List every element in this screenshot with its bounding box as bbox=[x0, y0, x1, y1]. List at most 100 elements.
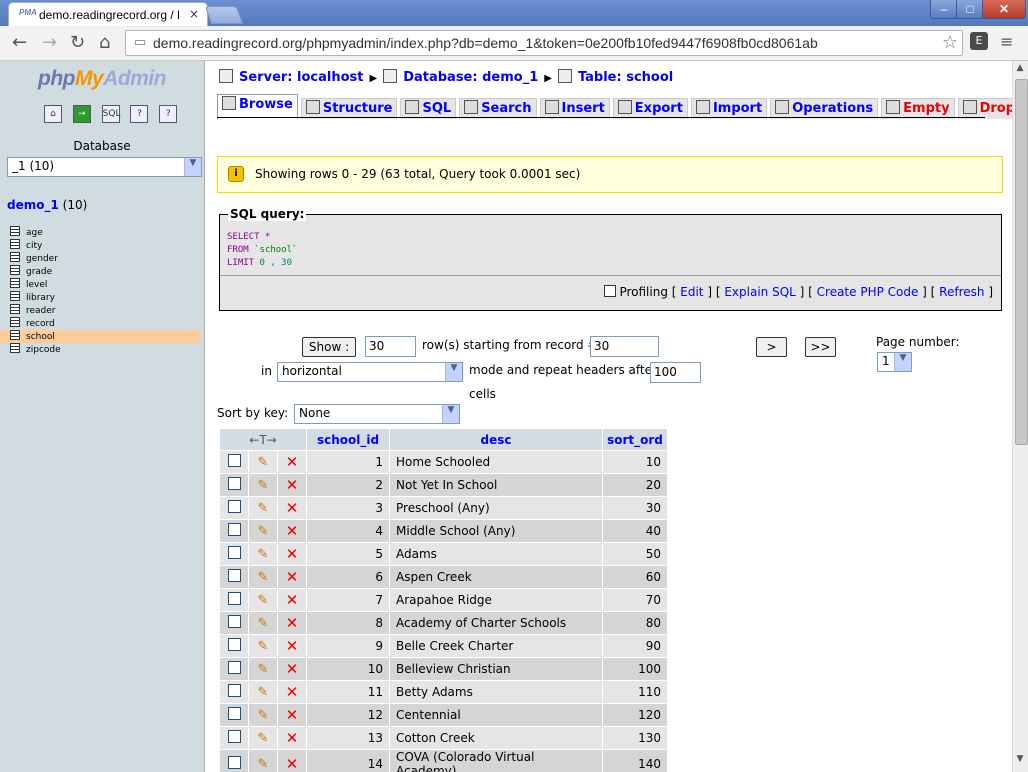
pencil-edit-icon[interactable]: ✎ bbox=[258, 593, 269, 608]
delete-x-icon[interactable]: ✕ bbox=[286, 499, 299, 517]
table-list-item-library[interactable]: library bbox=[0, 291, 200, 304]
table-list-label[interactable]: school bbox=[26, 332, 55, 342]
table-list-item-age[interactable]: age bbox=[0, 226, 200, 239]
delete-x-icon[interactable]: ✕ bbox=[286, 568, 299, 586]
breadcrumb-database[interactable]: Database: demo_1 bbox=[403, 70, 538, 85]
documentation-icon[interactable]: ? bbox=[130, 105, 149, 123]
table-list-label[interactable]: level bbox=[26, 280, 47, 290]
pencil-edit-icon[interactable]: ✎ bbox=[258, 639, 269, 654]
table-icon[interactable] bbox=[10, 252, 20, 262]
extension-icon[interactable]: E bbox=[970, 32, 988, 50]
database-select[interactable]: _1 (10) ▼ bbox=[7, 157, 202, 177]
pencil-edit-icon[interactable]: ✎ bbox=[258, 757, 269, 772]
tab-structure[interactable]: Structure bbox=[300, 98, 398, 119]
tab-export[interactable]: Export bbox=[612, 98, 688, 119]
table-icon[interactable] bbox=[10, 291, 20, 301]
tab-import[interactable]: Import bbox=[690, 98, 768, 119]
row-checkbox[interactable] bbox=[227, 661, 241, 674]
display-mode-select[interactable]: horizontal ▼ bbox=[277, 362, 463, 382]
home-icon[interactable]: ⌂ bbox=[99, 32, 110, 53]
delete-x-icon[interactable]: ✕ bbox=[286, 683, 299, 701]
delete-x-icon[interactable]: ✕ bbox=[286, 706, 299, 724]
show-button[interactable]: Show : bbox=[302, 337, 356, 357]
table-icon[interactable] bbox=[10, 239, 20, 249]
create-php-code-link[interactable]: Create PHP Code bbox=[817, 285, 919, 299]
pencil-edit-icon[interactable]: ✎ bbox=[258, 662, 269, 677]
table-list-item-record[interactable]: record bbox=[0, 317, 200, 330]
pencil-edit-icon[interactable]: ✎ bbox=[258, 524, 269, 539]
phpmyadmin-logo[interactable]: phpMyAdmin bbox=[38, 67, 166, 91]
row-checkbox[interactable] bbox=[227, 546, 241, 559]
tab-drop[interactable]: Drop bbox=[957, 98, 1012, 119]
row-checkbox[interactable] bbox=[227, 523, 241, 536]
row-checkbox[interactable] bbox=[227, 500, 241, 513]
table-icon[interactable] bbox=[10, 226, 20, 236]
delete-x-icon[interactable]: ✕ bbox=[286, 755, 299, 772]
table-list-item-level[interactable]: level bbox=[0, 278, 200, 291]
table-list-label[interactable]: age bbox=[26, 228, 43, 238]
row-checkbox[interactable] bbox=[227, 477, 241, 490]
row-checkbox[interactable] bbox=[227, 730, 241, 743]
next-page-button[interactable]: > bbox=[756, 337, 787, 357]
table-list-item-grade[interactable]: grade bbox=[0, 265, 200, 278]
close-window-button[interactable]: ✕ bbox=[982, 0, 1026, 19]
delete-x-icon[interactable]: ✕ bbox=[286, 637, 299, 655]
table-list-label[interactable]: city bbox=[26, 241, 42, 251]
home-icon[interactable]: ⌂ bbox=[44, 105, 62, 123]
back-arrow-icon[interactable]: ← bbox=[12, 32, 27, 53]
forward-arrow-icon[interactable]: → bbox=[42, 32, 57, 53]
table-icon[interactable] bbox=[10, 317, 20, 327]
table-list-item-zipcode[interactable]: zipcode bbox=[0, 343, 200, 356]
row-checkbox[interactable] bbox=[227, 707, 241, 720]
delete-x-icon[interactable]: ✕ bbox=[286, 660, 299, 678]
delete-x-icon[interactable]: ✕ bbox=[286, 591, 299, 609]
delete-x-icon[interactable]: ✕ bbox=[286, 545, 299, 563]
chevron-down-icon[interactable]: ▼ bbox=[894, 353, 911, 371]
row-checkbox[interactable] bbox=[227, 615, 241, 628]
refresh-link[interactable]: Refresh bbox=[939, 285, 984, 299]
pencil-edit-icon[interactable]: ✎ bbox=[258, 547, 269, 562]
url-text[interactable]: demo.readingrecord.org/phpmyadmin/index.… bbox=[153, 35, 818, 51]
tab-browse[interactable]: Browse bbox=[217, 94, 298, 119]
breadcrumb-table[interactable]: Table: school bbox=[578, 70, 673, 85]
menu-icon[interactable]: ≡ bbox=[1000, 32, 1013, 51]
row-checkbox[interactable] bbox=[227, 569, 241, 582]
table-list-item-city[interactable]: city bbox=[0, 239, 200, 252]
vertical-scrollbar[interactable]: ▲ ▼ bbox=[1012, 61, 1028, 772]
tab-close-icon[interactable]: × bbox=[189, 7, 199, 21]
pencil-edit-icon[interactable]: ✎ bbox=[258, 616, 269, 631]
chevron-down-icon[interactable]: ▼ bbox=[445, 363, 462, 381]
tab-sql[interactable]: SQL bbox=[400, 98, 457, 119]
pencil-edit-icon[interactable]: ✎ bbox=[258, 455, 269, 470]
row-checkbox[interactable] bbox=[227, 756, 241, 769]
database-name-link[interactable]: demo_1 bbox=[7, 198, 59, 212]
query-window-icon[interactable]: ? bbox=[159, 105, 178, 123]
table-list-label[interactable]: grade bbox=[26, 267, 52, 277]
profiling-checkbox[interactable] bbox=[604, 285, 617, 297]
table-list-label[interactable]: zipcode bbox=[26, 345, 61, 355]
table-icon[interactable] bbox=[10, 265, 20, 275]
tab-insert[interactable]: Insert bbox=[539, 98, 610, 119]
table-list-item-school[interactable]: school bbox=[0, 330, 200, 343]
start-record-input[interactable]: 30 bbox=[590, 336, 659, 357]
pencil-edit-icon[interactable]: ✎ bbox=[258, 570, 269, 585]
edit-link[interactable]: Edit bbox=[680, 285, 703, 299]
row-checkbox[interactable] bbox=[227, 592, 241, 605]
bookmark-star-icon[interactable]: ☆ bbox=[942, 32, 958, 53]
scrollbar-thumb[interactable] bbox=[1015, 79, 1028, 445]
reload-icon[interactable]: ↻ bbox=[70, 32, 85, 53]
table-icon[interactable] bbox=[10, 343, 20, 353]
table-list-item-reader[interactable]: reader bbox=[0, 304, 200, 317]
table-list-label[interactable]: record bbox=[26, 319, 55, 329]
database-title[interactable]: demo_1 (10) bbox=[7, 198, 87, 212]
table-icon[interactable] bbox=[10, 304, 20, 314]
rows-count-input[interactable]: 30 bbox=[365, 336, 416, 357]
tab-empty[interactable]: Empty bbox=[881, 98, 955, 119]
column-header-school-id[interactable]: school_id bbox=[307, 429, 389, 450]
table-list-label[interactable]: reader bbox=[26, 306, 56, 316]
scroll-down-arrow-icon[interactable]: ▼ bbox=[1013, 754, 1027, 768]
delete-x-icon[interactable]: ✕ bbox=[286, 453, 299, 471]
delete-x-icon[interactable]: ✕ bbox=[286, 476, 299, 494]
sql-query-icon[interactable]: SQL bbox=[101, 105, 120, 123]
chevron-down-icon[interactable]: ▼ bbox=[184, 158, 201, 176]
